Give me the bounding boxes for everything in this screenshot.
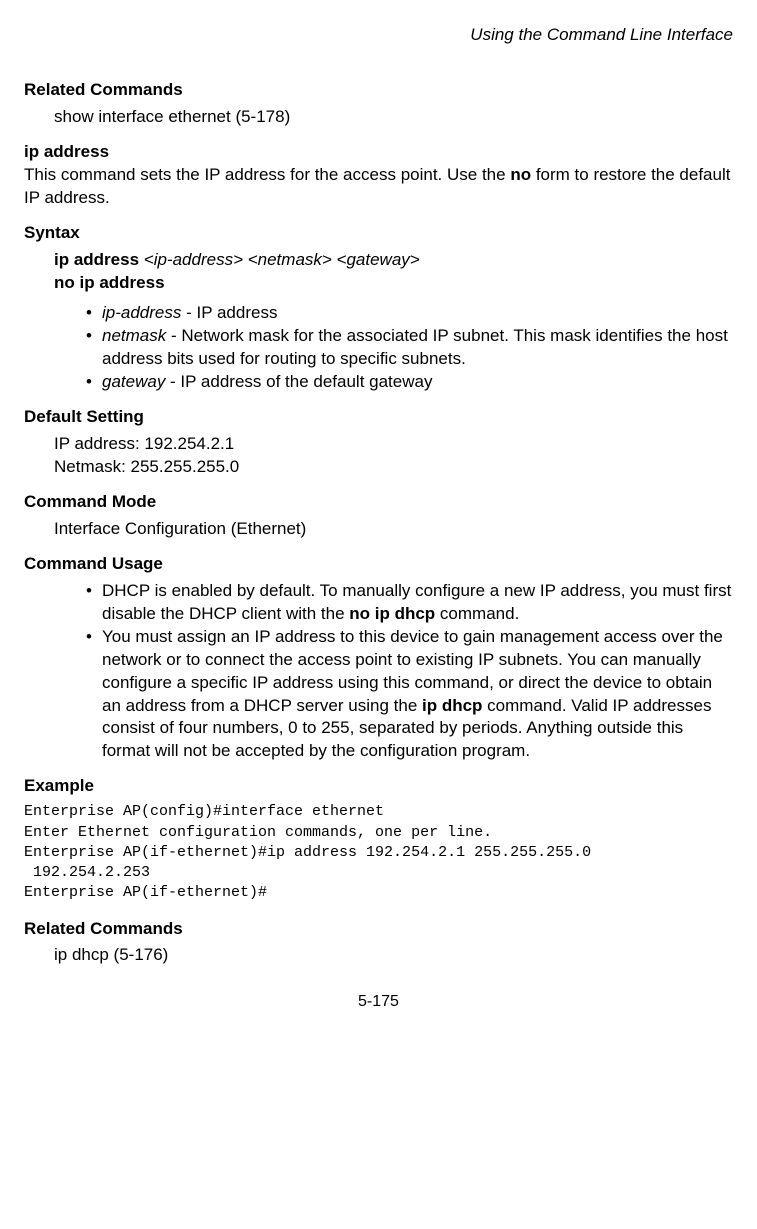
arg-name: gateway — [102, 372, 165, 391]
arg-name: ip-address — [102, 303, 181, 322]
arg-desc: - Network mask for the associated IP sub… — [102, 326, 728, 368]
command-mode-text: Interface Configuration (Ethernet) — [54, 518, 733, 541]
desc-part1: This command sets the IP address for the… — [24, 165, 510, 184]
syntax-line2: no ip address — [54, 272, 733, 295]
list-item: netmask - Network mask for the associate… — [102, 325, 733, 371]
page-header: Using the Command Line Interface — [24, 24, 733, 47]
related-commands-heading-1: Related Commands — [24, 79, 733, 102]
command-title: ip address — [24, 141, 733, 164]
default-setting-heading: Default Setting — [24, 406, 733, 429]
arg-name: netmask — [102, 326, 166, 345]
syntax-line1: ip address <ip-address> <netmask> <gatew… — [54, 249, 733, 272]
usage-text: command. — [435, 604, 519, 623]
syntax-args-list: ip-address - IP address netmask - Networ… — [24, 302, 733, 394]
usage-bold: no ip dhcp — [349, 604, 435, 623]
desc-bold: no — [510, 165, 531, 184]
list-item: DHCP is enabled by default. To manually … — [102, 580, 733, 626]
syntax-cmd: ip address — [54, 250, 144, 269]
list-item: gateway - IP address of the default gate… — [102, 371, 733, 394]
ip-address-title: ip address — [24, 142, 109, 161]
syntax-args: <ip-address> <netmask> <gateway> — [144, 250, 420, 269]
example-code: Enterprise AP(config)#interface ethernet… — [24, 802, 733, 903]
related-commands-heading-2: Related Commands — [24, 918, 733, 941]
command-description: This command sets the IP address for the… — [24, 164, 733, 210]
related-commands-text-2: ip dhcp (5-176) — [54, 944, 733, 967]
example-heading: Example — [24, 775, 733, 798]
list-item: ip-address - IP address — [102, 302, 733, 325]
list-item: You must assign an IP address to this de… — [102, 626, 733, 764]
default-netmask: Netmask: 255.255.255.0 — [54, 456, 733, 479]
syntax-heading: Syntax — [24, 222, 733, 245]
command-usage-heading: Command Usage — [24, 553, 733, 576]
related-commands-text-1: show interface ethernet (5-178) — [54, 106, 733, 129]
arg-desc: - IP address of the default gateway — [165, 372, 432, 391]
syntax-no-cmd: no ip address — [54, 273, 165, 292]
command-mode-heading: Command Mode — [24, 491, 733, 514]
command-usage-list: DHCP is enabled by default. To manually … — [24, 580, 733, 764]
usage-bold: ip dhcp — [422, 696, 482, 715]
arg-desc: - IP address — [181, 303, 277, 322]
default-ip: IP address: 192.254.2.1 — [54, 433, 733, 456]
page-number: 5-175 — [24, 991, 733, 1013]
